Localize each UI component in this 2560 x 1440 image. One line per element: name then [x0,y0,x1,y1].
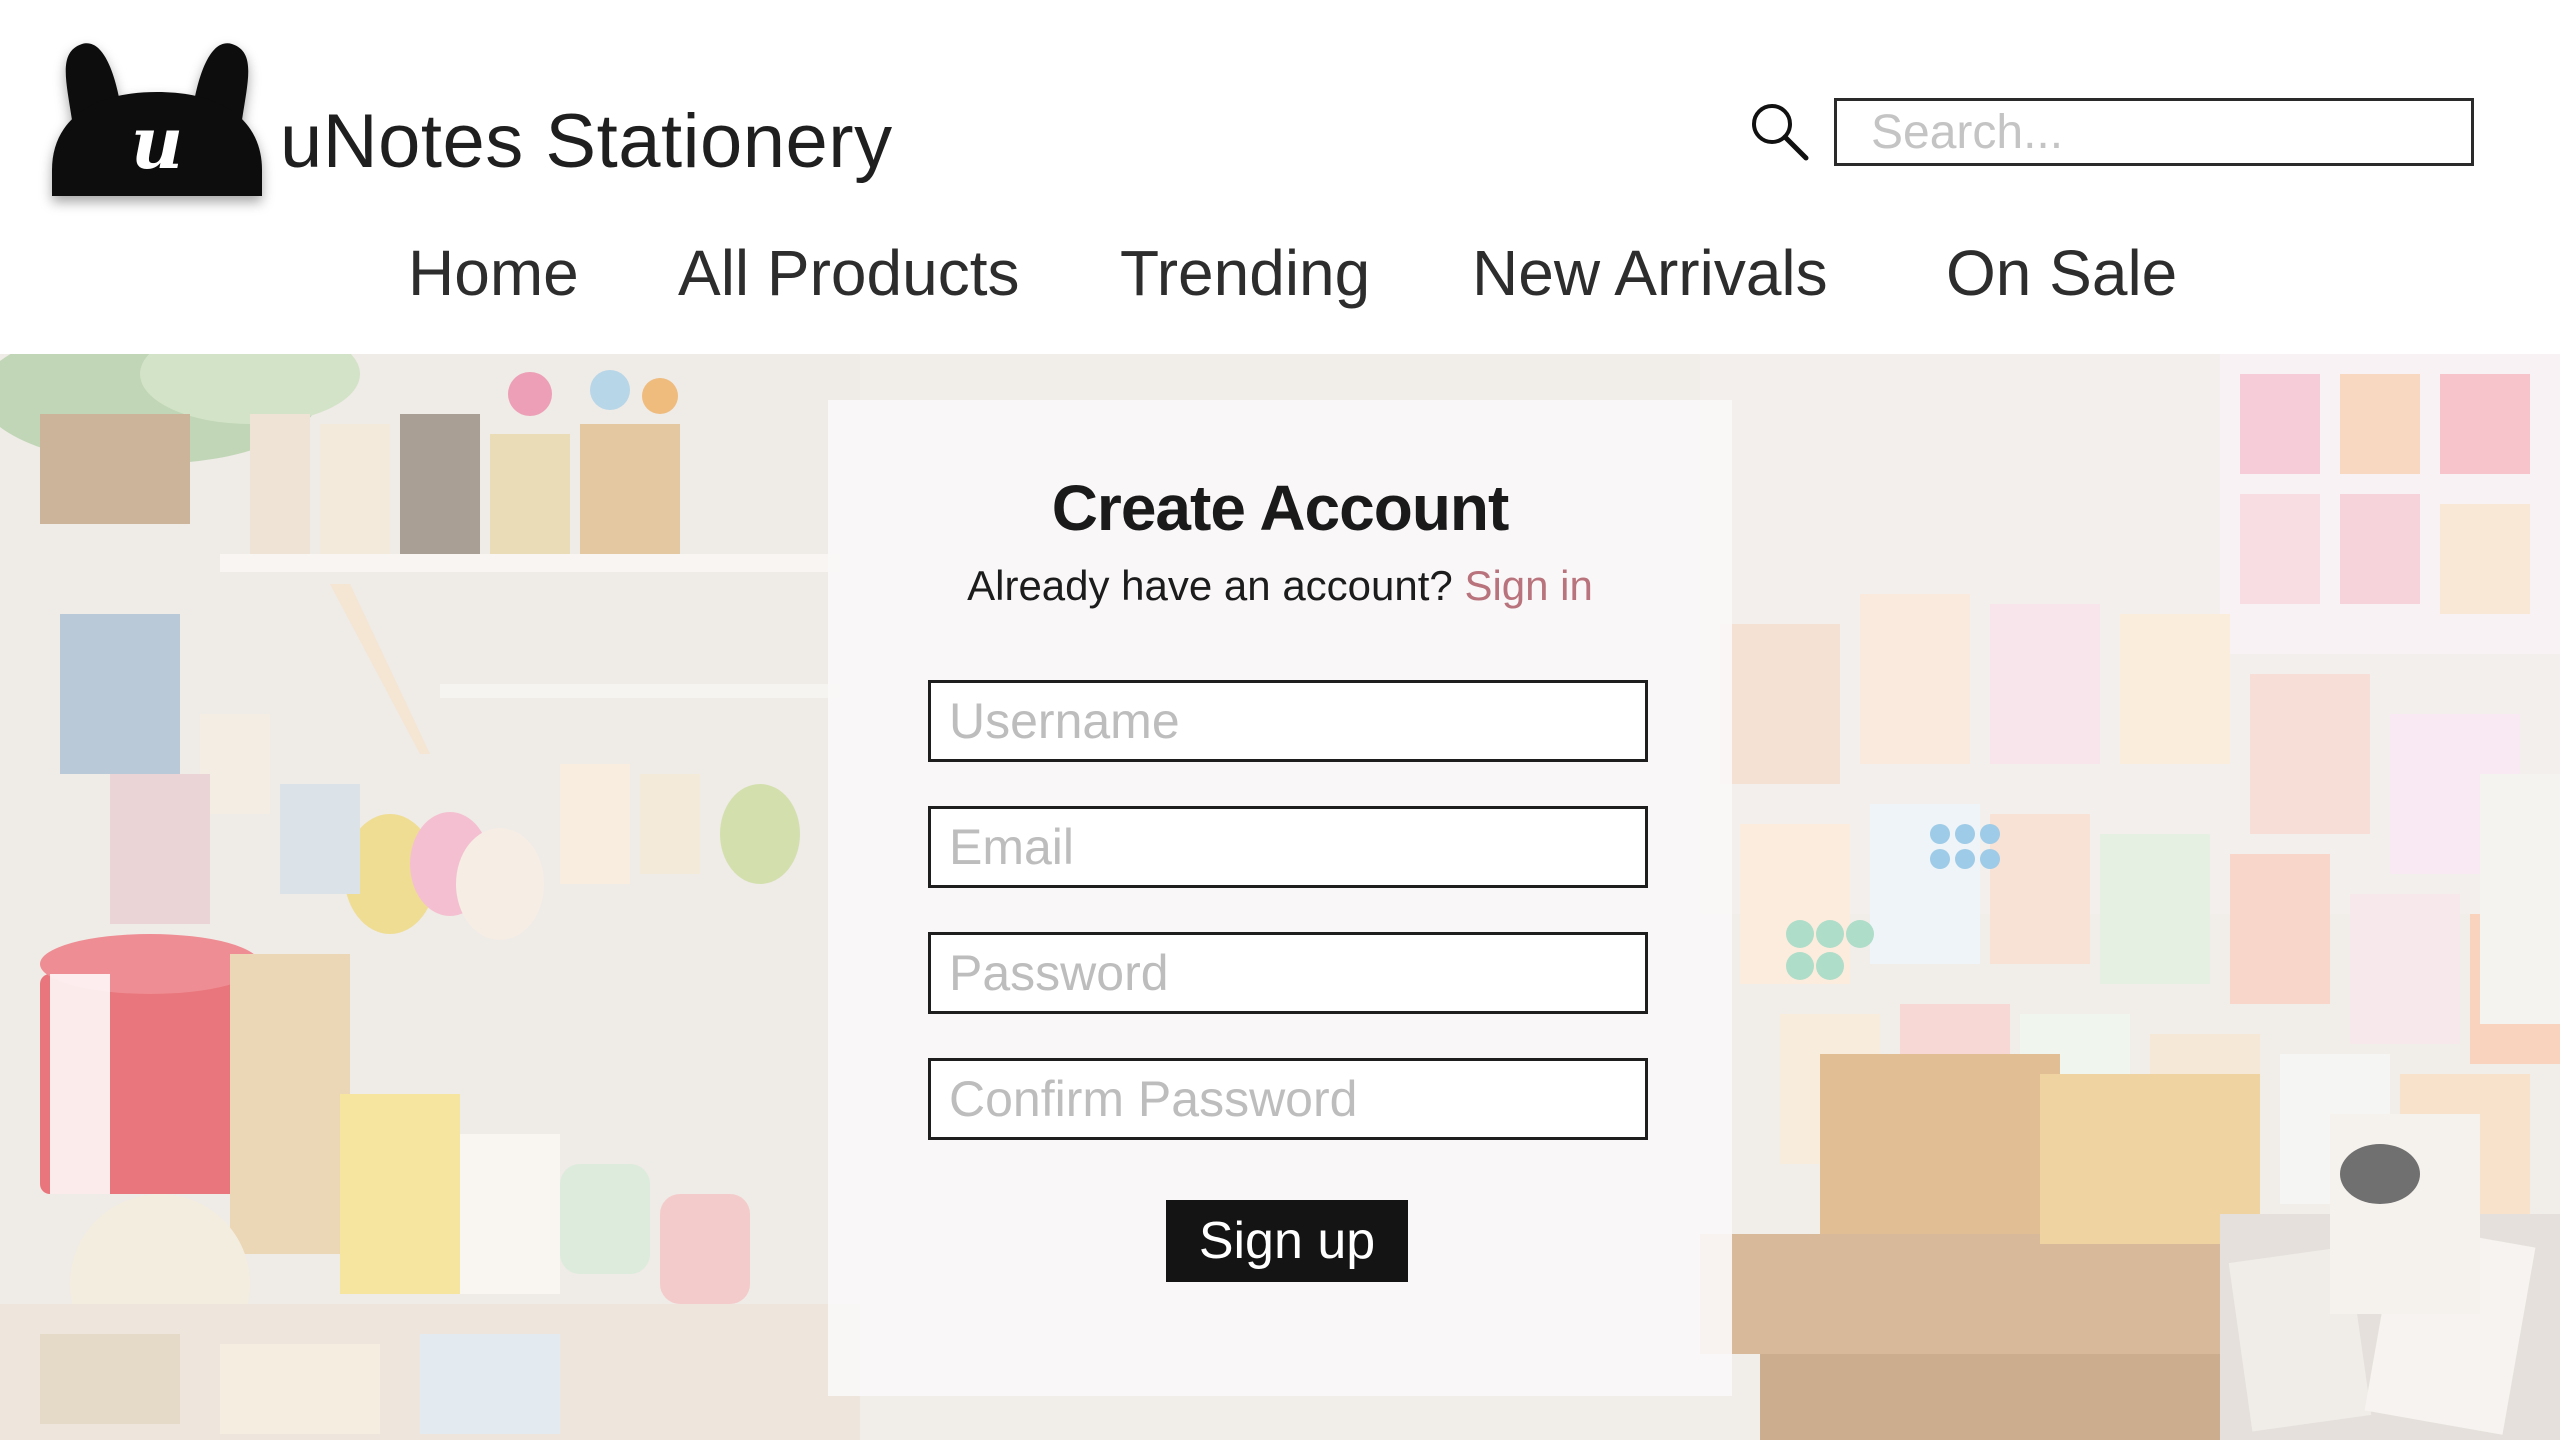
password-field[interactable] [928,932,1648,1014]
svg-text:u: u [131,100,183,185]
nav-item-on-sale[interactable]: On Sale [1946,230,2177,316]
main-nav: Home All Products Trending New Arrivals … [0,230,2560,316]
brand-logo[interactable]: u [52,40,262,196]
signin-prompt: Already have an account? Sign in [828,558,1732,614]
site-header: u uNotes Stationery Home All Products Tr… [0,0,2560,354]
search-icon[interactable] [1748,100,1812,164]
nav-item-home[interactable]: Home [408,230,579,316]
nav-item-trending[interactable]: Trending [1120,230,1370,316]
nav-item-new-arrivals[interactable]: New Arrivals [1472,230,1828,316]
username-field[interactable] [928,680,1648,762]
bunny-logo-icon: u [52,43,262,196]
search-input[interactable] [1834,98,2474,166]
form-title: Create Account [1051,472,1510,544]
signup-button[interactable]: Sign up [1166,1200,1408,1282]
brand-name[interactable]: uNotes Stationery [280,92,893,192]
nav-item-all-products[interactable]: All Products [678,230,1019,316]
signin-prompt-text: Already have an account? [967,562,1453,609]
signin-link[interactable]: Sign in [1464,562,1592,609]
create-account-card: Create Account Already have an account? … [828,400,1732,1396]
email-field[interactable] [928,806,1648,888]
confirm-password-field[interactable] [928,1058,1648,1140]
